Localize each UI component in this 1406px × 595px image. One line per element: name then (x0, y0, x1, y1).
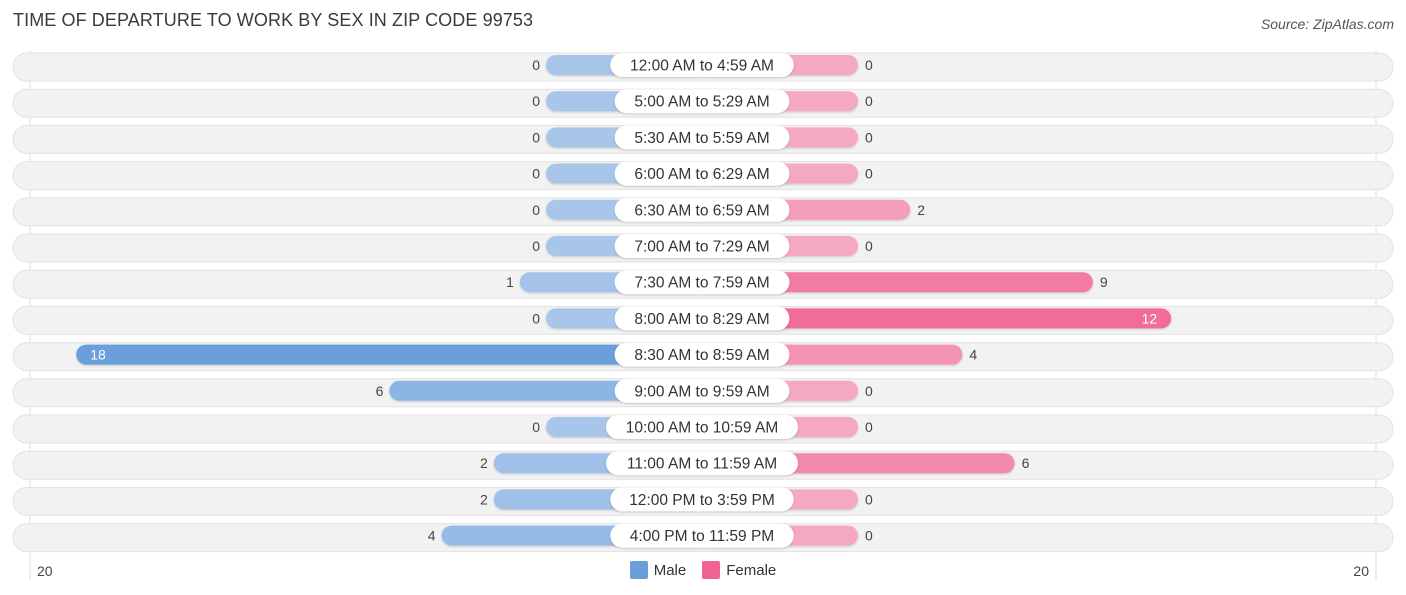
category-label: 6:30 AM to 6:59 AM (634, 202, 769, 219)
value-label-female: 0 (865, 419, 873, 435)
chart-canvas: 0 0 12:00 AM to 4:59 AM 0 0 5:00 AM to 5:29 A… (12, 50, 1394, 580)
value-label-male: 0 (532, 310, 540, 326)
value-label-female: 0 (865, 129, 873, 145)
value-label-male: 18 (90, 347, 106, 363)
category-label: 8:00 AM to 8:29 AM (634, 311, 769, 328)
value-label-male: 1 (506, 274, 514, 290)
value-label-female: 0 (865, 383, 873, 399)
value-label-female: 0 (865, 491, 873, 507)
category-label: 5:00 AM to 5:29 AM (634, 94, 769, 111)
bar-male (76, 344, 702, 365)
value-label-male: 0 (532, 419, 540, 435)
value-label-male: 0 (532, 129, 540, 145)
category-label: 10:00 AM to 10:59 AM (626, 420, 779, 437)
value-label-male: 0 (532, 57, 540, 73)
value-label-male: 0 (532, 93, 540, 109)
value-label-male: 0 (532, 202, 540, 218)
category-label: 7:30 AM to 7:59 AM (634, 275, 769, 292)
category-label: 9:00 AM to 9:59 AM (634, 383, 769, 400)
value-label-female: 0 (865, 528, 873, 544)
category-label: 4:00 PM to 11:59 PM (630, 528, 774, 545)
value-label-male: 6 (376, 383, 384, 399)
value-label-male: 2 (480, 455, 488, 471)
value-label-female: 0 (865, 238, 873, 254)
legend-item-male[interactable]: Male (629, 561, 687, 579)
value-label-male: 0 (532, 166, 540, 182)
legend-item-female[interactable]: Female (702, 561, 776, 579)
legend-swatch-male (629, 561, 648, 579)
category-label: 5:30 AM to 5:59 AM (634, 130, 769, 147)
category-label: 11:00 AM to 11:59 AM (627, 456, 777, 473)
value-label-female: 0 (865, 93, 873, 109)
category-label: 8:30 AM to 8:59 AM (634, 347, 769, 364)
category-label: 6:00 AM to 6:29 AM (634, 166, 769, 183)
legend-swatch-female (702, 561, 721, 579)
value-label-female: 0 (865, 166, 873, 182)
value-label-female: 0 (865, 57, 873, 73)
value-label-female: 2 (917, 202, 925, 218)
value-label-male: 0 (532, 238, 540, 254)
value-label-male: 2 (480, 491, 488, 507)
category-label: 7:00 AM to 7:29 AM (634, 239, 769, 256)
legend-label-male: Male (653, 561, 687, 579)
value-label-female: 6 (1022, 455, 1030, 471)
legend: Male Female (0, 561, 1406, 579)
legend-label-female: Female (726, 561, 777, 579)
category-label: 12:00 PM to 3:59 PM (629, 492, 775, 509)
value-label-female: 4 (969, 347, 977, 363)
value-label-female: 12 (1142, 310, 1158, 326)
category-label: 12:00 AM to 4:59 AM (630, 58, 774, 75)
value-label-female: 9 (1100, 274, 1108, 290)
value-label-male: 4 (428, 528, 436, 544)
